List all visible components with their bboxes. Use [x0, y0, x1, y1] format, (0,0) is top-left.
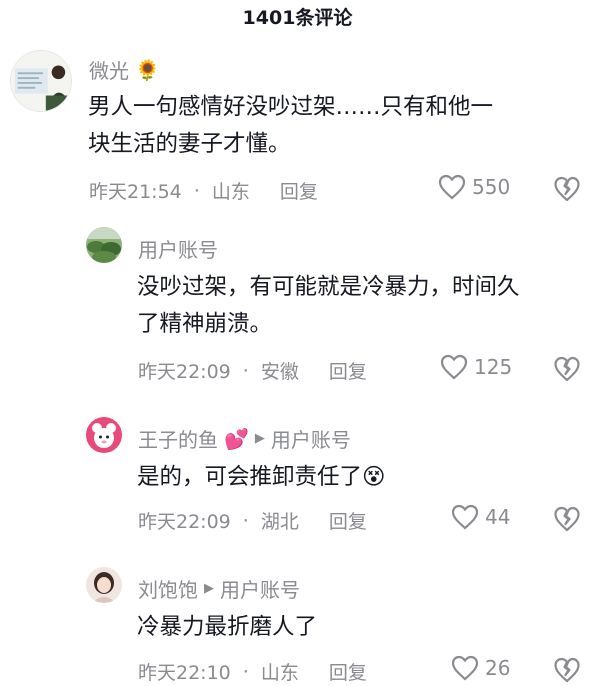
- reply-to-username[interactable]: 用户账号: [220, 574, 300, 603]
- like-button[interactable]: 125: [440, 354, 512, 380]
- avatar[interactable]: [86, 227, 122, 263]
- broken-heart-icon: [554, 356, 580, 382]
- sunflower-icon: 🌻: [135, 57, 160, 82]
- username-text[interactable]: 刘饱饱: [138, 574, 198, 603]
- reply-button[interactable]: 回复: [329, 658, 367, 685]
- broken-heart-icon: [554, 506, 580, 532]
- username-text[interactable]: 用户账号: [138, 234, 218, 263]
- reply-button[interactable]: 回复: [280, 177, 318, 204]
- heart-outline-icon: [451, 504, 479, 530]
- broken-heart-icon: [554, 176, 580, 202]
- comment-meta: 昨天22:09 · 湖北 回复: [138, 507, 367, 534]
- like-button[interactable]: 44: [451, 504, 510, 530]
- like-count: 550: [472, 175, 511, 199]
- comment-text: 没吵过架，有可能就是冷暴力，时间久 了精神崩溃。: [137, 269, 587, 343]
- comment-text-line: 冷暴力最折磨人了: [137, 614, 318, 640]
- avatar[interactable]: [86, 417, 122, 453]
- like-button[interactable]: 26: [451, 655, 510, 681]
- comment-time: 昨天22:10: [138, 662, 231, 684]
- like-count: 44: [485, 505, 511, 529]
- two-hearts-icon: 💕: [224, 426, 249, 451]
- dislike-button[interactable]: [554, 356, 580, 382]
- heart-outline-icon: [438, 174, 466, 200]
- dislike-button[interactable]: [554, 176, 580, 202]
- comment-meta: 昨天22:10 · 山东 回复: [138, 658, 367, 685]
- comment-location: 山东: [211, 181, 250, 203]
- like-count: 26: [485, 656, 511, 680]
- triangle-right-icon: ▶: [204, 581, 214, 596]
- comment-text-line: 了精神崩溃。: [137, 311, 273, 337]
- comment-username[interactable]: 微光 🌻: [89, 55, 160, 84]
- comment-text: 是的，可会推卸责任了😵: [137, 459, 587, 496]
- dislike-button[interactable]: [554, 506, 580, 532]
- broken-heart-icon: [554, 657, 580, 683]
- comment-time: 昨天22:09: [138, 361, 231, 383]
- comment-time: 昨天22:09: [138, 511, 231, 533]
- triangle-right-icon: ▶: [254, 431, 265, 446]
- comment-text-line: 块生活的妻子才懂。: [88, 131, 291, 157]
- comment-location: 山东: [260, 662, 299, 684]
- comment-meta: 昨天22:09 · 安徽 回复: [138, 357, 367, 384]
- comments-header: 1401条评论: [0, 0, 595, 36]
- meta-separator: ·: [193, 179, 200, 202]
- avatar[interactable]: [86, 567, 122, 603]
- heart-outline-icon: [451, 655, 479, 681]
- comment-meta: 昨天21:54 · 山东 回复: [89, 177, 318, 204]
- meta-separator: ·: [242, 660, 249, 683]
- comment-text-line: 男人一句感情好没吵过架……只有和他一: [88, 94, 494, 120]
- avatar[interactable]: [10, 50, 72, 112]
- comment-location: 湖北: [260, 511, 299, 533]
- comment-location: 安徽: [260, 361, 299, 383]
- comments-count-title: 1401条评论: [242, 7, 353, 29]
- meta-separator: ·: [242, 359, 249, 382]
- reply-button[interactable]: 回复: [329, 507, 367, 534]
- comment-username[interactable]: 用户账号: [138, 234, 218, 263]
- comment-text: 男人一句感情好没吵过架……只有和他一 块生活的妻子才懂。: [88, 89, 588, 163]
- like-count: 125: [474, 355, 513, 379]
- dislike-button[interactable]: [554, 657, 580, 683]
- meta-separator: ·: [242, 509, 249, 532]
- username-text[interactable]: 微光: [89, 55, 129, 84]
- reply-to-username[interactable]: 用户账号: [271, 424, 351, 453]
- heart-outline-icon: [440, 354, 468, 380]
- comment-username[interactable]: 刘饱饱 ▶ 用户账号: [138, 574, 300, 603]
- comment-time: 昨天21:54: [89, 181, 182, 203]
- comment-username[interactable]: 王子的鱼 💕 ▶ 用户账号: [138, 424, 351, 453]
- username-text[interactable]: 王子的鱼: [138, 424, 218, 453]
- comment-text: 冷暴力最折磨人了: [137, 609, 587, 646]
- like-button[interactable]: 550: [438, 174, 510, 200]
- comment-text-line: 是的，可会推卸责任了😵: [137, 464, 386, 490]
- comment-text-line: 没吵过架，有可能就是冷暴力，时间久: [137, 274, 520, 300]
- reply-button[interactable]: 回复: [329, 357, 367, 384]
